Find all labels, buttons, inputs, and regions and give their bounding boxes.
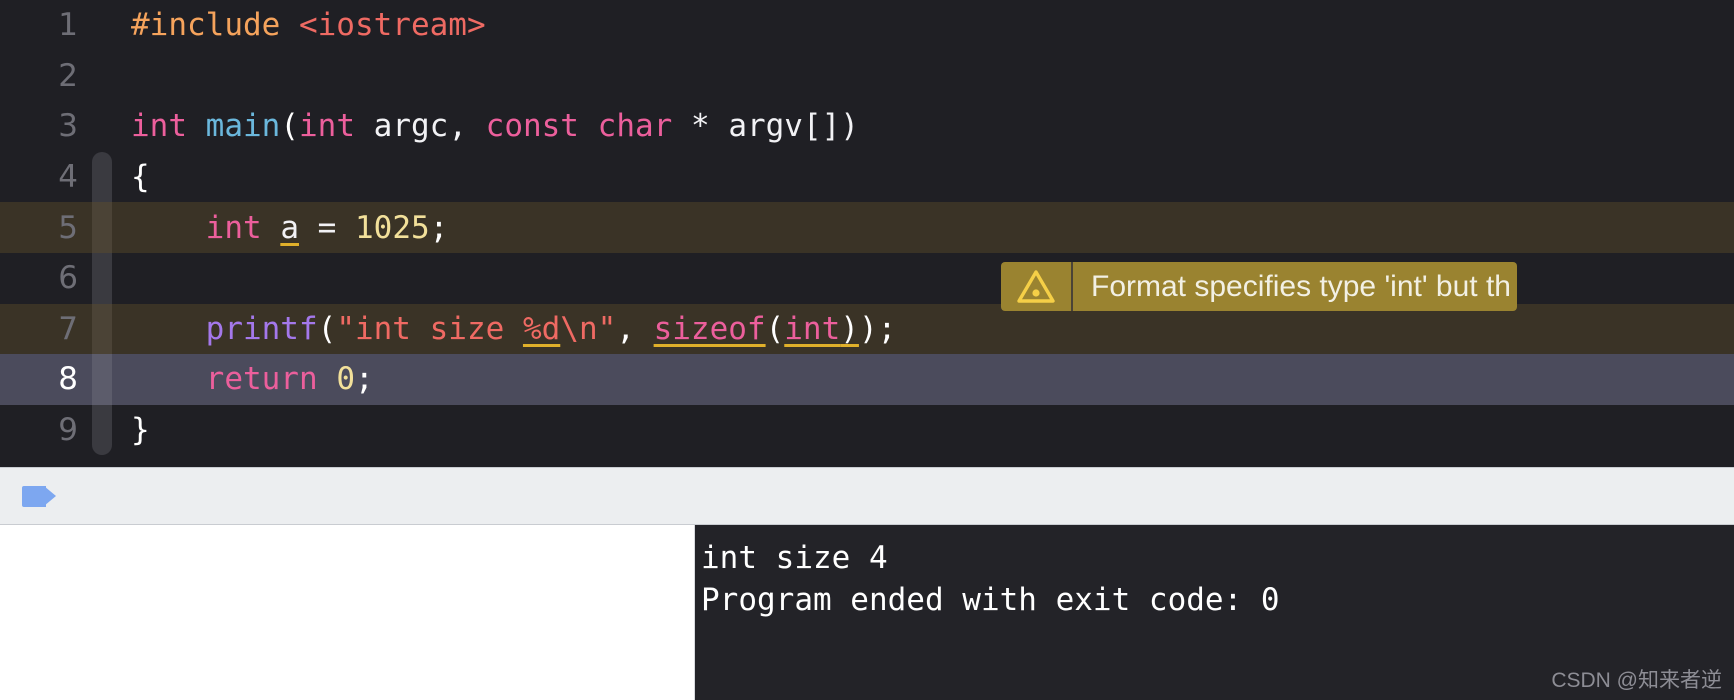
code-line-text[interactable]: int main(int argc, const char * argv[]) [112,101,1734,152]
token-ident-argc: argc [373,108,449,145]
warning-message: Format specifies type 'int' but th [1073,262,1517,311]
line-number[interactable]: 4 [0,152,92,203]
code-line-text[interactable] [112,455,1734,467]
code-line[interactable]: 10 [0,455,1734,467]
console-output[interactable]: int size 4 Program ended with exit code:… [695,525,1734,700]
token-keyword-int: int [205,209,262,246]
fold-ribbon[interactable] [92,455,112,467]
line-number[interactable]: 7 [0,304,92,355]
token-number-zero: 0 [336,361,355,398]
token-paren-open: ( [765,310,785,347]
warning-triangle-icon[interactable] [1001,262,1073,311]
token-include-header: <iostream> [298,7,486,44]
line-number[interactable]: 10 [0,455,92,467]
code-line[interactable]: 7 printf("int size %d \n", sizeof(int)); [0,303,1734,355]
debug-area: int size 4 Program ended with exit code:… [0,525,1734,700]
fold-ribbon[interactable] [92,404,112,456]
breakpoint-pennant-icon[interactable] [22,485,56,507]
token-number-1025: 1025 [355,209,430,246]
line-number[interactable]: 3 [0,101,92,152]
code-line-text[interactable]: printf("int size %d \n", sizeof(int)); [112,304,1734,355]
variables-view[interactable] [0,525,695,700]
token-function-printf: printf [205,310,318,347]
code-line-text[interactable]: return 0; [112,354,1734,405]
code-line-text[interactable]: #include <iostream> [112,0,1734,51]
fold-ribbon[interactable] [92,101,112,152]
code-line[interactable]: 9 } [0,404,1734,456]
token-paren-open: ( [317,310,337,347]
token-string-tail: \n" [560,310,617,347]
token-paren-close: ) [840,310,859,347]
fold-ribbon[interactable] [92,202,112,253]
token-string-head: "int size [336,310,523,347]
fold-ribbon[interactable] [92,252,112,304]
line-number[interactable]: 2 [0,51,92,102]
fold-ribbon[interactable] [92,0,112,51]
line-number[interactable]: 6 [0,253,92,304]
line-number[interactable]: 9 [0,405,92,456]
token-paren-close-outer: ) [858,310,878,347]
token-ident-a: a [280,209,299,246]
fold-ribbon[interactable] [92,354,112,405]
token-semicolon: ; [877,310,897,347]
line-number[interactable]: 1 [0,0,92,51]
code-editor[interactable]: 1 #include <iostream> 2 3 int main(int a… [0,0,1734,467]
token-keyword-int: int [131,108,187,145]
fold-ribbon[interactable] [92,151,112,203]
token-star: * [672,108,729,145]
console-line: Program ended with exit code: 0 [701,582,1280,618]
token-assign: = [299,209,355,246]
console-line: int size 4 [701,540,888,576]
token-function-main: main [205,108,281,145]
code-line[interactable]: 5 int a = 1025; [0,202,1734,253]
code-line[interactable]: 3 int main(int argc, const char * argv[]… [0,101,1734,152]
code-line-text[interactable]: int a = 1025; [112,202,1734,253]
code-line-text[interactable]: { [112,152,1734,203]
token-keyword-int-param: int [299,108,355,145]
token-comma: , [616,310,654,347]
code-line[interactable]: 1 #include <iostream> [0,0,1734,51]
debug-bar[interactable] [0,467,1734,525]
token-keyword-char: char [597,108,673,145]
fold-ribbon[interactable] [92,303,112,355]
token-brace-close: } [131,412,150,449]
token-ident-argv: argv[]) [728,108,859,145]
inline-warning-badge[interactable]: Format specifies type 'int' but th [1001,262,1517,311]
code-line[interactable]: 4 { [0,151,1734,203]
code-line-text[interactable]: } [112,405,1734,456]
token-semicolon: ; [354,361,374,398]
code-line[interactable]: 8 return 0; [0,354,1734,405]
token-keyword-int-arg: int [784,310,841,347]
line-number[interactable]: 8 [0,354,92,405]
code-line-text[interactable] [112,51,1734,102]
token-keyword-return: return [205,361,318,398]
code-line[interactable]: 2 [0,51,1734,102]
token-format-specifier: %d [522,310,561,347]
token-function-sizeof: sizeof [653,310,766,347]
token-semicolon: ; [429,209,449,246]
token-brace-open: { [131,159,150,196]
token-comma: , [448,108,486,145]
token-keyword-const: const [485,108,579,145]
watermark: CSDN @知来者逆 [1551,669,1722,692]
line-number[interactable]: 5 [0,202,92,253]
token-include-directive: #include [131,7,281,44]
xcode-window: 1 #include <iostream> 2 3 int main(int a… [0,0,1734,700]
token-paren-open: ( [280,108,299,145]
fold-ribbon[interactable] [92,51,112,102]
